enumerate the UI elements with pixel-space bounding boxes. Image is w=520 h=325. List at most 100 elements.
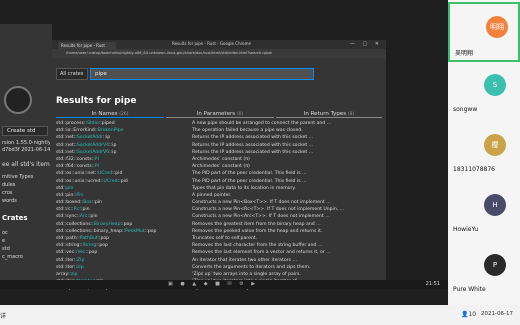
result-path[interactable]: std::boxed::Box::pin [56, 199, 192, 206]
participant-name: 吴明翔 [455, 50, 474, 57]
result-row[interactable]: std::collections::BinaryHeap::pop Removes… [56, 221, 382, 228]
result-row[interactable]: std::net::SocketAddr::ip Returns the IP a… [56, 134, 382, 141]
address-bar[interactable]: /home/user/.rustup/toolchains/nightly-x8… [52, 49, 386, 58]
result-path-suffix: ::pin [87, 214, 98, 220]
result-path-suffix: ::pid [112, 171, 123, 177]
result-path-prefix: std::f64::consts:: [56, 164, 95, 170]
result-path-suffix: ::pop [97, 236, 110, 241]
result-row[interactable]: std::rc::Rc::pin Constructs a new Pin<Rc<… [56, 206, 382, 213]
result-path[interactable]: std::process::Stdio::piped [56, 120, 192, 127]
result-row[interactable]: std::path::PathBuf::pop Truncates self to… [56, 235, 382, 242]
result-path[interactable]: std::iter::zip [56, 264, 192, 271]
result-path[interactable]: std::os::unix::net::UCred::pid [56, 170, 192, 177]
result-row[interactable]: std::iter::zip Converts the arguments to … [56, 264, 382, 271]
result-row[interactable]: std::os::unix::ucred::UCred::pid The PID … [56, 178, 382, 185]
result-path[interactable]: std::f64::consts::PI [56, 163, 192, 170]
result-path-prefix: std::net:: [56, 142, 77, 148]
participant-tile[interactable]: 樱 18311078876 [448, 122, 520, 182]
crate-link-std[interactable]: std [2, 246, 50, 252]
result-row[interactable]: std::os::unix::net::UCred::pid The PID pa… [56, 170, 382, 177]
search-row: All crates pipe [56, 68, 356, 80]
result-path[interactable]: std::rc::Rc::pin [56, 206, 192, 213]
window-title: Results for pipe - Rust - Google Chrome [172, 41, 251, 46]
result-path[interactable]: std::net::SocketAddrV4::ip [56, 142, 192, 149]
result-path-name: zip [70, 271, 78, 277]
result-path-name: Pin [76, 192, 84, 198]
result-path[interactable]: std::string::String::pop [56, 242, 192, 249]
crate-link-proc-macro[interactable]: c_macro [2, 254, 50, 260]
url-text[interactable]: /home/user/.rustup/toolchains/nightly-x8… [66, 51, 272, 55]
result-path[interactable]: std::f32::consts::PI [56, 156, 192, 163]
result-row[interactable]: std::collections::binary_heap::PeekMut::… [56, 228, 382, 235]
result-path[interactable]: std::net::SocketAddr::ip [56, 134, 192, 141]
result-path[interactable]: std::vec::Vec::pop [56, 249, 192, 256]
participant-tile[interactable]: H HowieYu [448, 182, 520, 242]
sidebar-item-modules[interactable]: dules [2, 182, 50, 188]
result-row[interactable]: std::f64::consts::PI Archimedes’ constant… [56, 163, 382, 170]
result-path[interactable]: std::pin [56, 185, 192, 192]
browser-window: Results for pipe - Rust Results for pipe… [52, 40, 386, 291]
crate-link-alloc[interactable]: oc [2, 230, 50, 236]
tab-count: (26) [119, 112, 129, 117]
avatar: P [484, 254, 506, 276]
result-path-prefix: std::path:: [56, 236, 80, 241]
result-path-suffix: ::pin [79, 207, 90, 213]
result-path[interactable]: std::collections::binary_heap::PeekMut::… [56, 228, 192, 235]
result-row[interactable]: std::io::ErrorKind::BrokenPipe The operat… [56, 127, 382, 134]
participant-tile[interactable]: P Pure White [448, 242, 520, 302]
result-row[interactable]: std::boxed::Box::pin Constructs a new Pin… [56, 199, 382, 206]
result-row[interactable]: std::string::String::pop Removes the last… [56, 242, 382, 249]
result-path-prefix: std::pin:: [56, 192, 77, 198]
result-path[interactable]: std::sync::Arc::pin [56, 213, 192, 220]
result-description: A new pipe should be arranged to connect… [192, 121, 332, 126]
participant-count[interactable]: 👤10 [461, 311, 476, 318]
result-path[interactable]: std::os::unix::ucred::UCred::pid [56, 178, 192, 185]
result-row[interactable]: std::process::Stdio::piped A new pipe sho… [56, 120, 382, 127]
sidebar-item-primitive-types[interactable]: mitive Types [2, 174, 50, 180]
result-path[interactable]: std::io::ErrorKind::BrokenPipe [56, 127, 192, 134]
crate-select[interactable]: All crates [56, 68, 88, 80]
result-path[interactable]: std::path::PathBuf::pop [56, 235, 192, 242]
result-path[interactable]: std::pin::Pin [56, 192, 192, 199]
result-path[interactable]: std::iter::Zip [56, 257, 192, 264]
tab-in-return-types[interactable]: In Return Types (8) [276, 110, 382, 118]
result-row[interactable]: std::sync::Arc::pin Constructs a new Pin<… [56, 213, 382, 220]
result-list: std::process::Stdio::piped A new pipe sho… [56, 120, 382, 293]
taskbar-app-icons[interactable]: ▣ ● ▲ ◆ ■ ✉ ⚙ ▶ [168, 281, 258, 287]
crate-std-button[interactable]: Create std [2, 126, 48, 136]
result-row[interactable]: std::pin Types that pin data to its locat… [56, 185, 382, 192]
sidebar-item-macros[interactable]: cros [2, 190, 50, 196]
tab-label: In Parameters [196, 111, 236, 117]
result-path[interactable]: std::net::SocketAddrV6::ip [56, 149, 192, 156]
result-row[interactable]: std::net::SocketAddrV4::ip Returns the IP… [56, 142, 382, 149]
result-description: Removes the peeked value from the heap a… [192, 228, 323, 234]
result-path-suffix: ::pid [117, 178, 128, 184]
sidebar-item-keywords[interactable]: words [2, 198, 50, 204]
tab-in-names[interactable]: In Names (26) [56, 110, 164, 118]
search-input[interactable]: pipe [90, 68, 314, 80]
all-items-link[interactable]: ee all std's items [2, 161, 50, 168]
result-path-prefix: std::iter:: [56, 257, 78, 263]
result-row[interactable]: std::net::SocketAddrV6::ip Returns the IP… [56, 149, 382, 156]
tab-in-parameters[interactable]: In Parameters (0) [166, 110, 274, 118]
participant-tile[interactable]: 明翔 吴明翔 [448, 2, 520, 62]
result-row[interactable]: array::zip ‘Zips up’ two arrays into a si… [56, 271, 382, 278]
participant-tile[interactable]: Ssongww [448, 62, 520, 122]
window-controls[interactable]: — ▢ ✕ [350, 41, 382, 47]
browser-tab[interactable]: Results for pipe - Rust [58, 42, 116, 49]
result-row[interactable]: std::f32::consts::PI Archimedes’ constant… [56, 156, 382, 163]
result-description: The PID part of the peer credential. Thi… [192, 171, 307, 177]
result-description: Returns the IP address associated with t… [192, 149, 314, 155]
result-row[interactable]: std::vec::Vec::pop Removes the last eleme… [56, 249, 382, 256]
result-path[interactable]: array::zip [56, 271, 192, 278]
crate-link-core[interactable]: e [2, 238, 50, 244]
result-path[interactable]: std::collections::BinaryHeap::pop [56, 221, 192, 228]
result-row[interactable]: std::pin::Pin A pinned pointer. [56, 192, 382, 199]
participant-name: Pure White [453, 286, 486, 293]
result-path-prefix: std::rc:: [56, 207, 74, 213]
result-description: Types that pin data to its location in m… [192, 185, 296, 191]
result-row[interactable]: std::iter::Zip An iterator that iterates … [56, 257, 382, 264]
result-path-name: PI [94, 164, 99, 170]
result-path-name: UCred [98, 171, 113, 177]
result-path-suffix: ::pop [96, 243, 108, 249]
